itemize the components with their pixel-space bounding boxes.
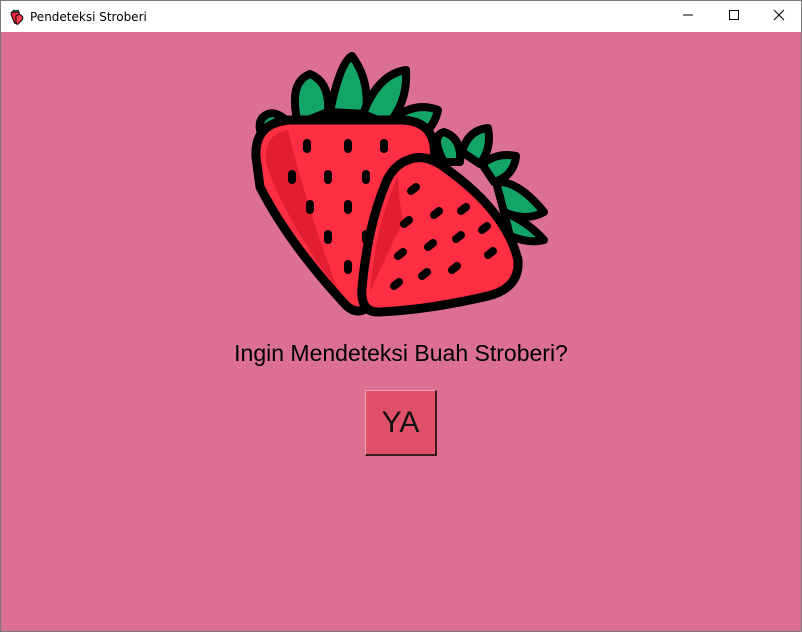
main-content: Ingin Mendeteksi Buah Stroberi? YA [1,32,801,631]
title-bar[interactable]: Pendeteksi Stroberi [1,1,801,32]
window-title: Pendeteksi Stroberi [30,10,147,24]
question-label: Ingin Mendeteksi Buah Stroberi? [234,340,568,366]
strawberry-icon [9,9,25,25]
minimize-button[interactable] [665,1,711,32]
close-icon [773,8,785,26]
maximize-button[interactable] [711,1,757,32]
minimize-icon [682,8,694,26]
app-window: Pendeteksi Stroberi Ingin Mendeteksi Bua… [0,0,802,632]
close-button[interactable] [756,1,801,32]
strawberries-illustration [248,52,556,320]
yes-button[interactable]: YA [365,390,437,456]
maximize-icon [728,8,740,26]
